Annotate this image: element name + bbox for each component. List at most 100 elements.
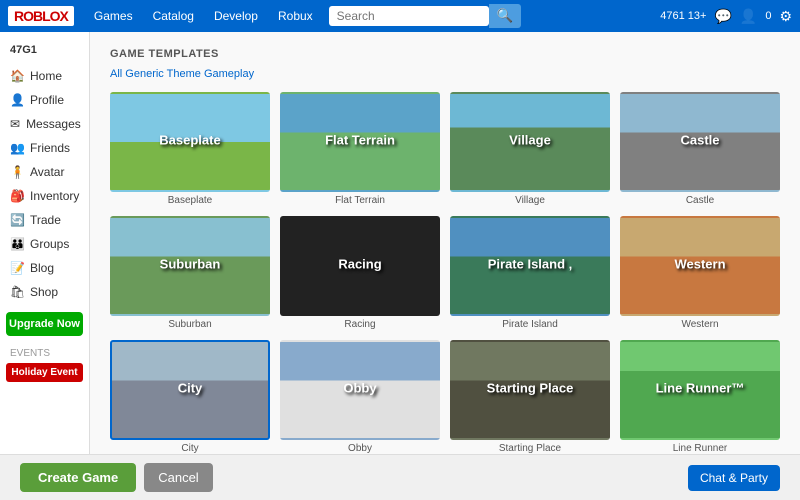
chat-icon-btn[interactable]: 💬 xyxy=(714,8,731,25)
template-thumb-starting: Starting Place xyxy=(450,340,610,440)
template-big-title-obby: Obby xyxy=(290,381,430,395)
template-big-title-castle: Castle xyxy=(630,133,770,147)
upgrade-button[interactable]: Upgrade Now xyxy=(6,312,83,336)
template-big-title-village: Village xyxy=(460,133,600,147)
search-input[interactable] xyxy=(329,6,489,26)
template-thumb-flat-terrain: Flat Terrain xyxy=(280,92,440,192)
template-big-title-flat-terrain: Flat Terrain xyxy=(290,133,430,147)
sidebar-item-avatar[interactable]: 🧍 Avatar xyxy=(0,160,89,184)
template-big-title-racing: Racing xyxy=(290,257,430,271)
section-title: GAME TEMPLATES xyxy=(110,48,780,60)
sidebar-item-inventory[interactable]: 🎒 Inventory xyxy=(0,184,89,208)
sidebar-label-shop: Shop xyxy=(30,285,58,299)
user-id-label: 4761 13+ xyxy=(660,10,706,22)
template-big-title-suburban: Suburban xyxy=(120,257,260,271)
friends-icon: 👥 xyxy=(10,141,24,155)
cancel-button[interactable]: Cancel xyxy=(144,463,212,492)
sidebar-user-id: 47G1 xyxy=(0,40,89,64)
settings-icon-btn[interactable]: ⚙ xyxy=(779,8,792,25)
sidebar-label-blog: Blog xyxy=(30,261,54,275)
template-label-pirate: Pirate Island xyxy=(502,319,558,330)
template-label-castle: Castle xyxy=(686,195,714,206)
trade-icon: 🔄 xyxy=(10,213,24,227)
sidebar-item-friends[interactable]: 👥 Friends xyxy=(0,136,89,160)
template-thumb-city: City xyxy=(110,340,270,440)
templates-grid: BaseplateBaseplateFlat TerrainFlat Terra… xyxy=(110,92,780,454)
inventory-icon: 🎒 xyxy=(10,189,24,203)
template-thumb-pirate: Pirate Island , xyxy=(450,216,610,316)
search-button[interactable]: 🔍 xyxy=(489,4,522,28)
sidebar-label-trade: Trade xyxy=(30,213,61,227)
template-item-obby[interactable]: Obby Obby xyxy=(280,340,440,454)
sidebar-item-blog[interactable]: 📝 Blog xyxy=(0,256,89,280)
nav-games[interactable]: Games xyxy=(86,5,141,27)
chat-party-button[interactable]: Chat & Party xyxy=(688,465,780,491)
template-label-obby: Obby xyxy=(348,443,372,454)
bottom-bar: Create Game Cancel Chat & Party xyxy=(0,454,800,500)
sidebar-item-shop[interactable]: 🛍 Shop xyxy=(0,280,89,304)
template-item-castle[interactable]: Castle Castle xyxy=(620,92,780,206)
template-label-suburban: Suburban xyxy=(168,319,211,330)
shop-icon: 🛍 xyxy=(10,285,24,299)
template-item-city[interactable]: City City xyxy=(110,340,270,454)
nav-robux[interactable]: Robux xyxy=(270,5,321,27)
template-label-baseplate: Baseplate xyxy=(168,195,212,206)
template-thumb-racing: Racing xyxy=(280,216,440,316)
template-thumb-baseplate: Baseplate xyxy=(110,92,270,192)
top-nav: ROBLOX Games Catalog Develop Robux 🔍 476… xyxy=(0,0,800,32)
template-item-baseplate[interactable]: Baseplate Baseplate xyxy=(110,92,270,206)
template-big-title-pirate: Pirate Island , xyxy=(460,257,600,271)
template-item-starting[interactable]: Starting PlaceStarting Place xyxy=(450,340,610,454)
template-item-village[interactable]: Village Village xyxy=(450,92,610,206)
template-item-racing[interactable]: Racing Racing xyxy=(280,216,440,330)
template-item-western[interactable]: Western Western xyxy=(620,216,780,330)
sidebar-item-groups[interactable]: 👪 Groups xyxy=(0,232,89,256)
content-area: GAME TEMPLATES All Generic Theme Gamepla… xyxy=(90,32,800,454)
template-label-flat-terrain: Flat Terrain xyxy=(335,195,385,206)
home-icon: 🏠 xyxy=(10,69,24,83)
logo: ROBLOX xyxy=(8,6,74,26)
sidebar-label-inventory: Inventory xyxy=(30,189,79,203)
main-layout: 47G1 🏠 Home 👤 Profile ✉ Messages 1 👥 Fri… xyxy=(0,32,800,454)
sidebar-item-trade[interactable]: 🔄 Trade xyxy=(0,208,89,232)
groups-icon: 👪 xyxy=(10,237,24,251)
template-item-suburban[interactable]: Suburban Suburban xyxy=(110,216,270,330)
sidebar: 47G1 🏠 Home 👤 Profile ✉ Messages 1 👥 Fri… xyxy=(0,32,90,454)
template-label-village: Village xyxy=(515,195,545,206)
template-big-title-starting: Starting Place xyxy=(460,381,600,395)
nav-catalog[interactable]: Catalog xyxy=(145,5,202,27)
sidebar-label-avatar: Avatar xyxy=(30,165,64,179)
holiday-event-button[interactable]: Holiday Event xyxy=(6,363,83,382)
nav-right: 4761 13+ 💬 👤 0 ⚙ xyxy=(660,8,792,25)
sidebar-item-profile[interactable]: 👤 Profile xyxy=(0,88,89,112)
create-game-button[interactable]: Create Game xyxy=(20,463,136,492)
template-thumb-castle: Castle xyxy=(620,92,780,192)
sidebar-label-messages: Messages xyxy=(26,117,81,131)
profile-icon: 👤 xyxy=(10,93,24,107)
sidebar-label-home: Home xyxy=(30,69,62,83)
friends-icon-btn[interactable]: 👤 xyxy=(740,8,757,25)
robux-count: 0 xyxy=(765,10,771,22)
template-big-title-line-runner: Line Runner™ xyxy=(630,381,770,395)
template-big-title-western: Western xyxy=(630,257,770,271)
events-label: Events xyxy=(0,344,89,361)
sidebar-item-home[interactable]: 🏠 Home xyxy=(0,64,89,88)
template-label-racing: Racing xyxy=(344,319,375,330)
template-label-line-runner: Line Runner xyxy=(673,443,727,454)
blog-icon: 📝 xyxy=(10,261,24,275)
nav-develop[interactable]: Develop xyxy=(206,5,266,27)
template-item-line-runner[interactable]: Line Runner™ Line Runner xyxy=(620,340,780,454)
template-thumb-line-runner: Line Runner™ xyxy=(620,340,780,440)
sidebar-label-groups: Groups xyxy=(30,237,69,251)
avatar-icon: 🧍 xyxy=(10,165,24,179)
filter-link[interactable]: All Generic Theme Gameplay xyxy=(110,68,254,80)
template-item-pirate[interactable]: Pirate Island , Pirate Island xyxy=(450,216,610,330)
template-big-title-baseplate: Baseplate xyxy=(120,133,260,147)
template-thumb-obby: Obby xyxy=(280,340,440,440)
template-label-city: City xyxy=(181,443,198,454)
sidebar-item-messages[interactable]: ✉ Messages 1 xyxy=(0,112,89,136)
template-thumb-suburban: Suburban xyxy=(110,216,270,316)
template-big-title-city: City xyxy=(120,381,260,395)
template-item-flat-terrain[interactable]: Flat Terrain Flat Terrain xyxy=(280,92,440,206)
template-label-western: Western xyxy=(681,319,718,330)
